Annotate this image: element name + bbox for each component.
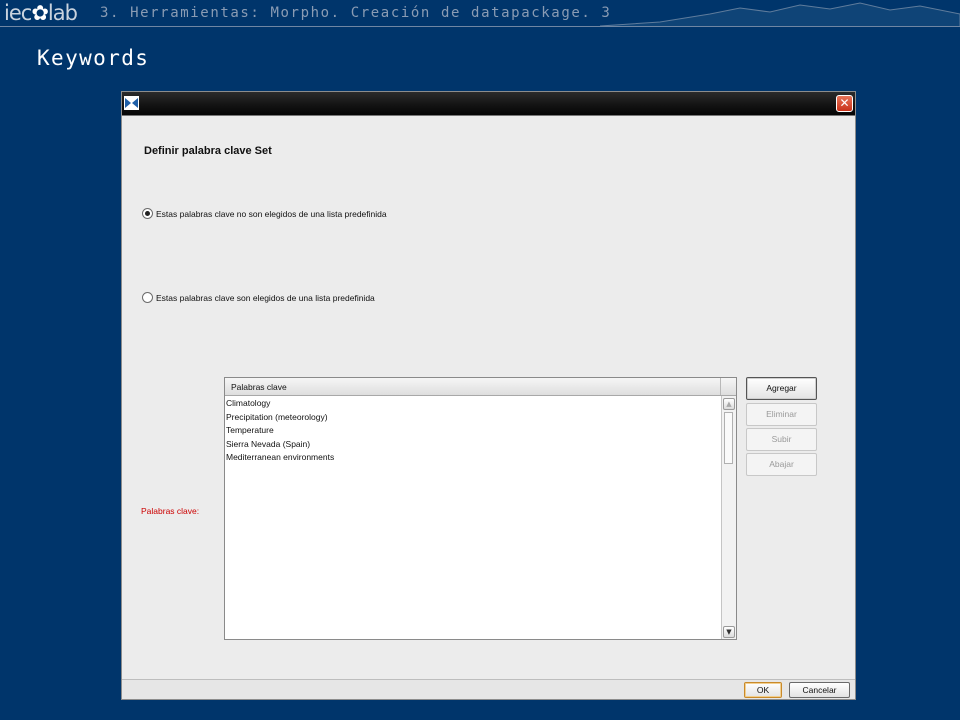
iecolab-logo: iec✿lab bbox=[4, 1, 78, 25]
add-button[interactable]: Agregar bbox=[746, 377, 817, 400]
table-header-corner bbox=[720, 378, 736, 395]
header-divider bbox=[0, 26, 960, 27]
option-not-predefined-label: Estas palabras clave no son elegidos de … bbox=[156, 208, 387, 219]
move-up-button[interactable]: Subir bbox=[746, 428, 817, 451]
radio-not-predefined[interactable] bbox=[142, 208, 153, 219]
dialog-footer: OK Cancelar bbox=[122, 679, 855, 699]
table-row[interactable]: Precipitation (meteorology) bbox=[225, 411, 721, 425]
dialog-titlebar[interactable]: ✕ bbox=[122, 92, 855, 116]
option-predefined-label: Estas palabras clave son elegidos de una… bbox=[156, 292, 375, 303]
butterfly-icon bbox=[124, 96, 139, 110]
keywords-list: Climatology Precipitation (meteorology) … bbox=[225, 397, 721, 465]
cancel-button[interactable]: Cancelar bbox=[789, 682, 850, 698]
ok-button[interactable]: OK bbox=[744, 682, 782, 698]
move-down-button[interactable]: Abajar bbox=[746, 453, 817, 476]
option-predefined[interactable]: Estas palabras clave son elegidos de una… bbox=[142, 292, 375, 303]
table-row[interactable]: Mediterranean environments bbox=[225, 451, 721, 465]
table-row[interactable]: Temperature bbox=[225, 424, 721, 438]
close-icon: ✕ bbox=[839, 96, 850, 110]
option-not-predefined[interactable]: Estas palabras clave no son elegidos de … bbox=[142, 208, 387, 219]
vertical-scrollbar[interactable]: ▲ ▼ bbox=[721, 396, 736, 639]
keywords-field-label: Palabras clave: bbox=[141, 506, 200, 516]
slide-header: iec✿lab 3. Herramientas: Morpho. Creació… bbox=[0, 0, 960, 27]
scrollbar-thumb[interactable] bbox=[724, 412, 733, 464]
table-row[interactable]: Climatology bbox=[225, 397, 721, 411]
table-header: Palabras clave bbox=[225, 378, 736, 396]
slide-title: Keywords bbox=[37, 46, 150, 70]
table-row[interactable]: Sierra Nevada (Spain) bbox=[225, 438, 721, 452]
mountains-decoration bbox=[600, 2, 960, 27]
scroll-down-arrow-icon[interactable]: ▼ bbox=[723, 626, 735, 638]
close-button[interactable]: ✕ bbox=[836, 95, 853, 112]
remove-button[interactable]: Eliminar bbox=[746, 403, 817, 426]
keywords-table[interactable]: Palabras clave Climatology Precipitation… bbox=[224, 377, 737, 640]
radio-predefined[interactable] bbox=[142, 292, 153, 303]
dialog-heading: Definir palabra clave Set bbox=[144, 145, 272, 157]
scroll-up-arrow-icon[interactable]: ▲ bbox=[723, 398, 735, 410]
breadcrumb: 3. Herramientas: Morpho. Creación de dat… bbox=[100, 5, 612, 21]
keywords-dialog: ✕ Definir palabra clave Set Estas palabr… bbox=[121, 91, 856, 700]
column-header-keywords[interactable]: Palabras clave bbox=[231, 382, 287, 392]
